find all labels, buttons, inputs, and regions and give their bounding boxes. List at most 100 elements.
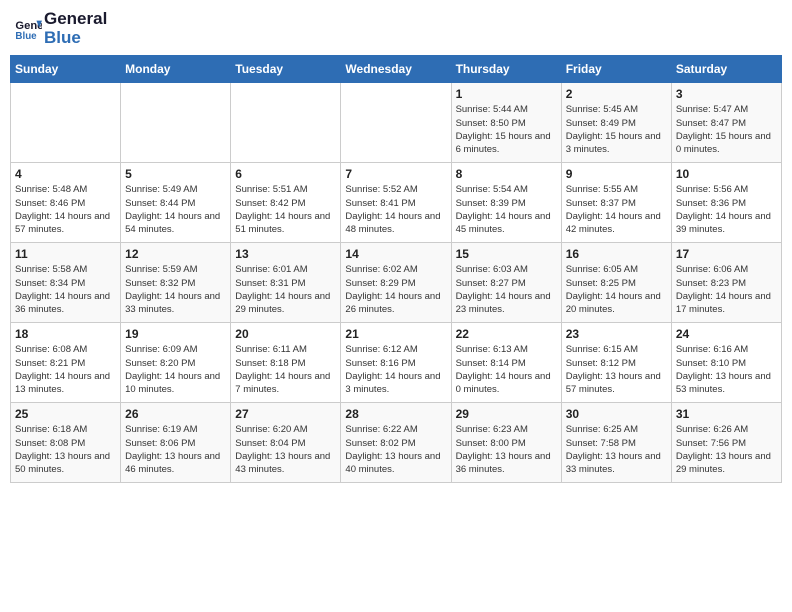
calendar-week-row: 4 Sunrise: 5:48 AM Sunset: 8:46 PM Daylig… <box>11 163 782 243</box>
day-number: 10 <box>676 167 777 181</box>
day-number: 11 <box>15 247 116 261</box>
day-number: 9 <box>566 167 667 181</box>
calendar-cell: 11 Sunrise: 5:58 AM Sunset: 8:34 PM Dayli… <box>11 243 121 323</box>
day-number: 1 <box>456 87 557 101</box>
day-info: Sunrise: 6:15 AM Sunset: 8:12 PM Dayligh… <box>566 343 667 396</box>
day-info: Sunrise: 6:18 AM Sunset: 8:08 PM Dayligh… <box>15 423 116 476</box>
day-number: 28 <box>345 407 446 421</box>
day-number: 27 <box>235 407 336 421</box>
calendar-cell: 12 Sunrise: 5:59 AM Sunset: 8:32 PM Dayli… <box>121 243 231 323</box>
day-number: 20 <box>235 327 336 341</box>
day-number: 30 <box>566 407 667 421</box>
weekday-header-saturday: Saturday <box>671 56 781 83</box>
day-number: 25 <box>15 407 116 421</box>
day-info: Sunrise: 5:45 AM Sunset: 8:49 PM Dayligh… <box>566 103 667 156</box>
day-number: 17 <box>676 247 777 261</box>
weekday-header-thursday: Thursday <box>451 56 561 83</box>
day-info: Sunrise: 6:12 AM Sunset: 8:16 PM Dayligh… <box>345 343 446 396</box>
calendar-cell <box>121 83 231 163</box>
day-number: 31 <box>676 407 777 421</box>
logo-text-blue: Blue <box>44 29 107 48</box>
day-number: 3 <box>676 87 777 101</box>
day-info: Sunrise: 5:47 AM Sunset: 8:47 PM Dayligh… <box>676 103 777 156</box>
calendar-cell: 27 Sunrise: 6:20 AM Sunset: 8:04 PM Dayli… <box>231 403 341 483</box>
day-info: Sunrise: 6:26 AM Sunset: 7:56 PM Dayligh… <box>676 423 777 476</box>
day-info: Sunrise: 6:06 AM Sunset: 8:23 PM Dayligh… <box>676 263 777 316</box>
weekday-header-friday: Friday <box>561 56 671 83</box>
weekday-header-tuesday: Tuesday <box>231 56 341 83</box>
calendar-cell <box>341 83 451 163</box>
calendar-week-row: 11 Sunrise: 5:58 AM Sunset: 8:34 PM Dayli… <box>11 243 782 323</box>
calendar-cell: 26 Sunrise: 6:19 AM Sunset: 8:06 PM Dayli… <box>121 403 231 483</box>
day-info: Sunrise: 6:23 AM Sunset: 8:00 PM Dayligh… <box>456 423 557 476</box>
calendar-cell: 13 Sunrise: 6:01 AM Sunset: 8:31 PM Dayli… <box>231 243 341 323</box>
day-number: 2 <box>566 87 667 101</box>
day-number: 29 <box>456 407 557 421</box>
logo: General Blue General Blue <box>14 10 107 47</box>
calendar-cell: 22 Sunrise: 6:13 AM Sunset: 8:14 PM Dayli… <box>451 323 561 403</box>
calendar-cell: 20 Sunrise: 6:11 AM Sunset: 8:18 PM Dayli… <box>231 323 341 403</box>
calendar-cell: 14 Sunrise: 6:02 AM Sunset: 8:29 PM Dayli… <box>341 243 451 323</box>
calendar-week-row: 1 Sunrise: 5:44 AM Sunset: 8:50 PM Daylig… <box>11 83 782 163</box>
day-info: Sunrise: 6:01 AM Sunset: 8:31 PM Dayligh… <box>235 263 336 316</box>
calendar-cell: 7 Sunrise: 5:52 AM Sunset: 8:41 PM Daylig… <box>341 163 451 243</box>
day-info: Sunrise: 5:58 AM Sunset: 8:34 PM Dayligh… <box>15 263 116 316</box>
day-info: Sunrise: 5:44 AM Sunset: 8:50 PM Dayligh… <box>456 103 557 156</box>
logo-icon: General Blue <box>14 15 42 43</box>
weekday-header-wednesday: Wednesday <box>341 56 451 83</box>
calendar-week-row: 25 Sunrise: 6:18 AM Sunset: 8:08 PM Dayli… <box>11 403 782 483</box>
calendar-cell: 6Sunrise: 5:51 AM Sunset: 8:42 PM Daylig… <box>231 163 341 243</box>
weekday-header-sunday: Sunday <box>11 56 121 83</box>
day-number: 5 <box>125 167 226 181</box>
day-number: 4 <box>15 167 116 181</box>
day-number: 15 <box>456 247 557 261</box>
day-info: Sunrise: 6:19 AM Sunset: 8:06 PM Dayligh… <box>125 423 226 476</box>
day-number: 13 <box>235 247 336 261</box>
day-info: Sunrise: 6:08 AM Sunset: 8:21 PM Dayligh… <box>15 343 116 396</box>
calendar-cell <box>231 83 341 163</box>
calendar-cell: 16Sunrise: 6:05 AM Sunset: 8:25 PM Dayli… <box>561 243 671 323</box>
day-number: 14 <box>345 247 446 261</box>
calendar-cell: 1 Sunrise: 5:44 AM Sunset: 8:50 PM Daylig… <box>451 83 561 163</box>
calendar-cell: 17 Sunrise: 6:06 AM Sunset: 8:23 PM Dayli… <box>671 243 781 323</box>
day-info: Sunrise: 6:13 AM Sunset: 8:14 PM Dayligh… <box>456 343 557 396</box>
day-info: Sunrise: 5:59 AM Sunset: 8:32 PM Dayligh… <box>125 263 226 316</box>
calendar-cell: 3 Sunrise: 5:47 AM Sunset: 8:47 PM Daylig… <box>671 83 781 163</box>
day-number: 6 <box>235 167 336 181</box>
calendar-cell: 8Sunrise: 5:54 AM Sunset: 8:39 PM Daylig… <box>451 163 561 243</box>
calendar-cell: 5Sunrise: 5:49 AM Sunset: 8:44 PM Daylig… <box>121 163 231 243</box>
day-info: Sunrise: 6:09 AM Sunset: 8:20 PM Dayligh… <box>125 343 226 396</box>
calendar-cell: 28Sunrise: 6:22 AM Sunset: 8:02 PM Dayli… <box>341 403 451 483</box>
day-number: 24 <box>676 327 777 341</box>
logo-text-general: General <box>44 10 107 29</box>
calendar-cell: 4 Sunrise: 5:48 AM Sunset: 8:46 PM Daylig… <box>11 163 121 243</box>
calendar-cell: 25 Sunrise: 6:18 AM Sunset: 8:08 PM Dayli… <box>11 403 121 483</box>
calendar-cell: 9 Sunrise: 5:55 AM Sunset: 8:37 PM Daylig… <box>561 163 671 243</box>
day-info: Sunrise: 6:03 AM Sunset: 8:27 PM Dayligh… <box>456 263 557 316</box>
day-number: 7 <box>345 167 446 181</box>
calendar-table: SundayMondayTuesdayWednesdayThursdayFrid… <box>10 55 782 483</box>
day-info: Sunrise: 5:48 AM Sunset: 8:46 PM Dayligh… <box>15 183 116 236</box>
calendar-cell: 18 Sunrise: 6:08 AM Sunset: 8:21 PM Dayli… <box>11 323 121 403</box>
day-info: Sunrise: 6:02 AM Sunset: 8:29 PM Dayligh… <box>345 263 446 316</box>
svg-text:Blue: Blue <box>15 30 37 41</box>
day-info: Sunrise: 6:11 AM Sunset: 8:18 PM Dayligh… <box>235 343 336 396</box>
day-number: 18 <box>15 327 116 341</box>
day-info: Sunrise: 5:55 AM Sunset: 8:37 PM Dayligh… <box>566 183 667 236</box>
day-info: Sunrise: 5:54 AM Sunset: 8:39 PM Dayligh… <box>456 183 557 236</box>
day-number: 26 <box>125 407 226 421</box>
day-number: 21 <box>345 327 446 341</box>
calendar-cell: 31 Sunrise: 6:26 AM Sunset: 7:56 PM Dayli… <box>671 403 781 483</box>
calendar-cell: 15 Sunrise: 6:03 AM Sunset: 8:27 PM Dayli… <box>451 243 561 323</box>
calendar-cell: 19Sunrise: 6:09 AM Sunset: 8:20 PM Dayli… <box>121 323 231 403</box>
day-number: 12 <box>125 247 226 261</box>
day-number: 22 <box>456 327 557 341</box>
calendar-header-row: SundayMondayTuesdayWednesdayThursdayFrid… <box>11 56 782 83</box>
page-header: General Blue General Blue <box>10 10 782 47</box>
day-info: Sunrise: 5:52 AM Sunset: 8:41 PM Dayligh… <box>345 183 446 236</box>
calendar-cell: 10Sunrise: 5:56 AM Sunset: 8:36 PM Dayli… <box>671 163 781 243</box>
calendar-cell <box>11 83 121 163</box>
day-info: Sunrise: 6:20 AM Sunset: 8:04 PM Dayligh… <box>235 423 336 476</box>
day-number: 16 <box>566 247 667 261</box>
calendar-cell: 23Sunrise: 6:15 AM Sunset: 8:12 PM Dayli… <box>561 323 671 403</box>
